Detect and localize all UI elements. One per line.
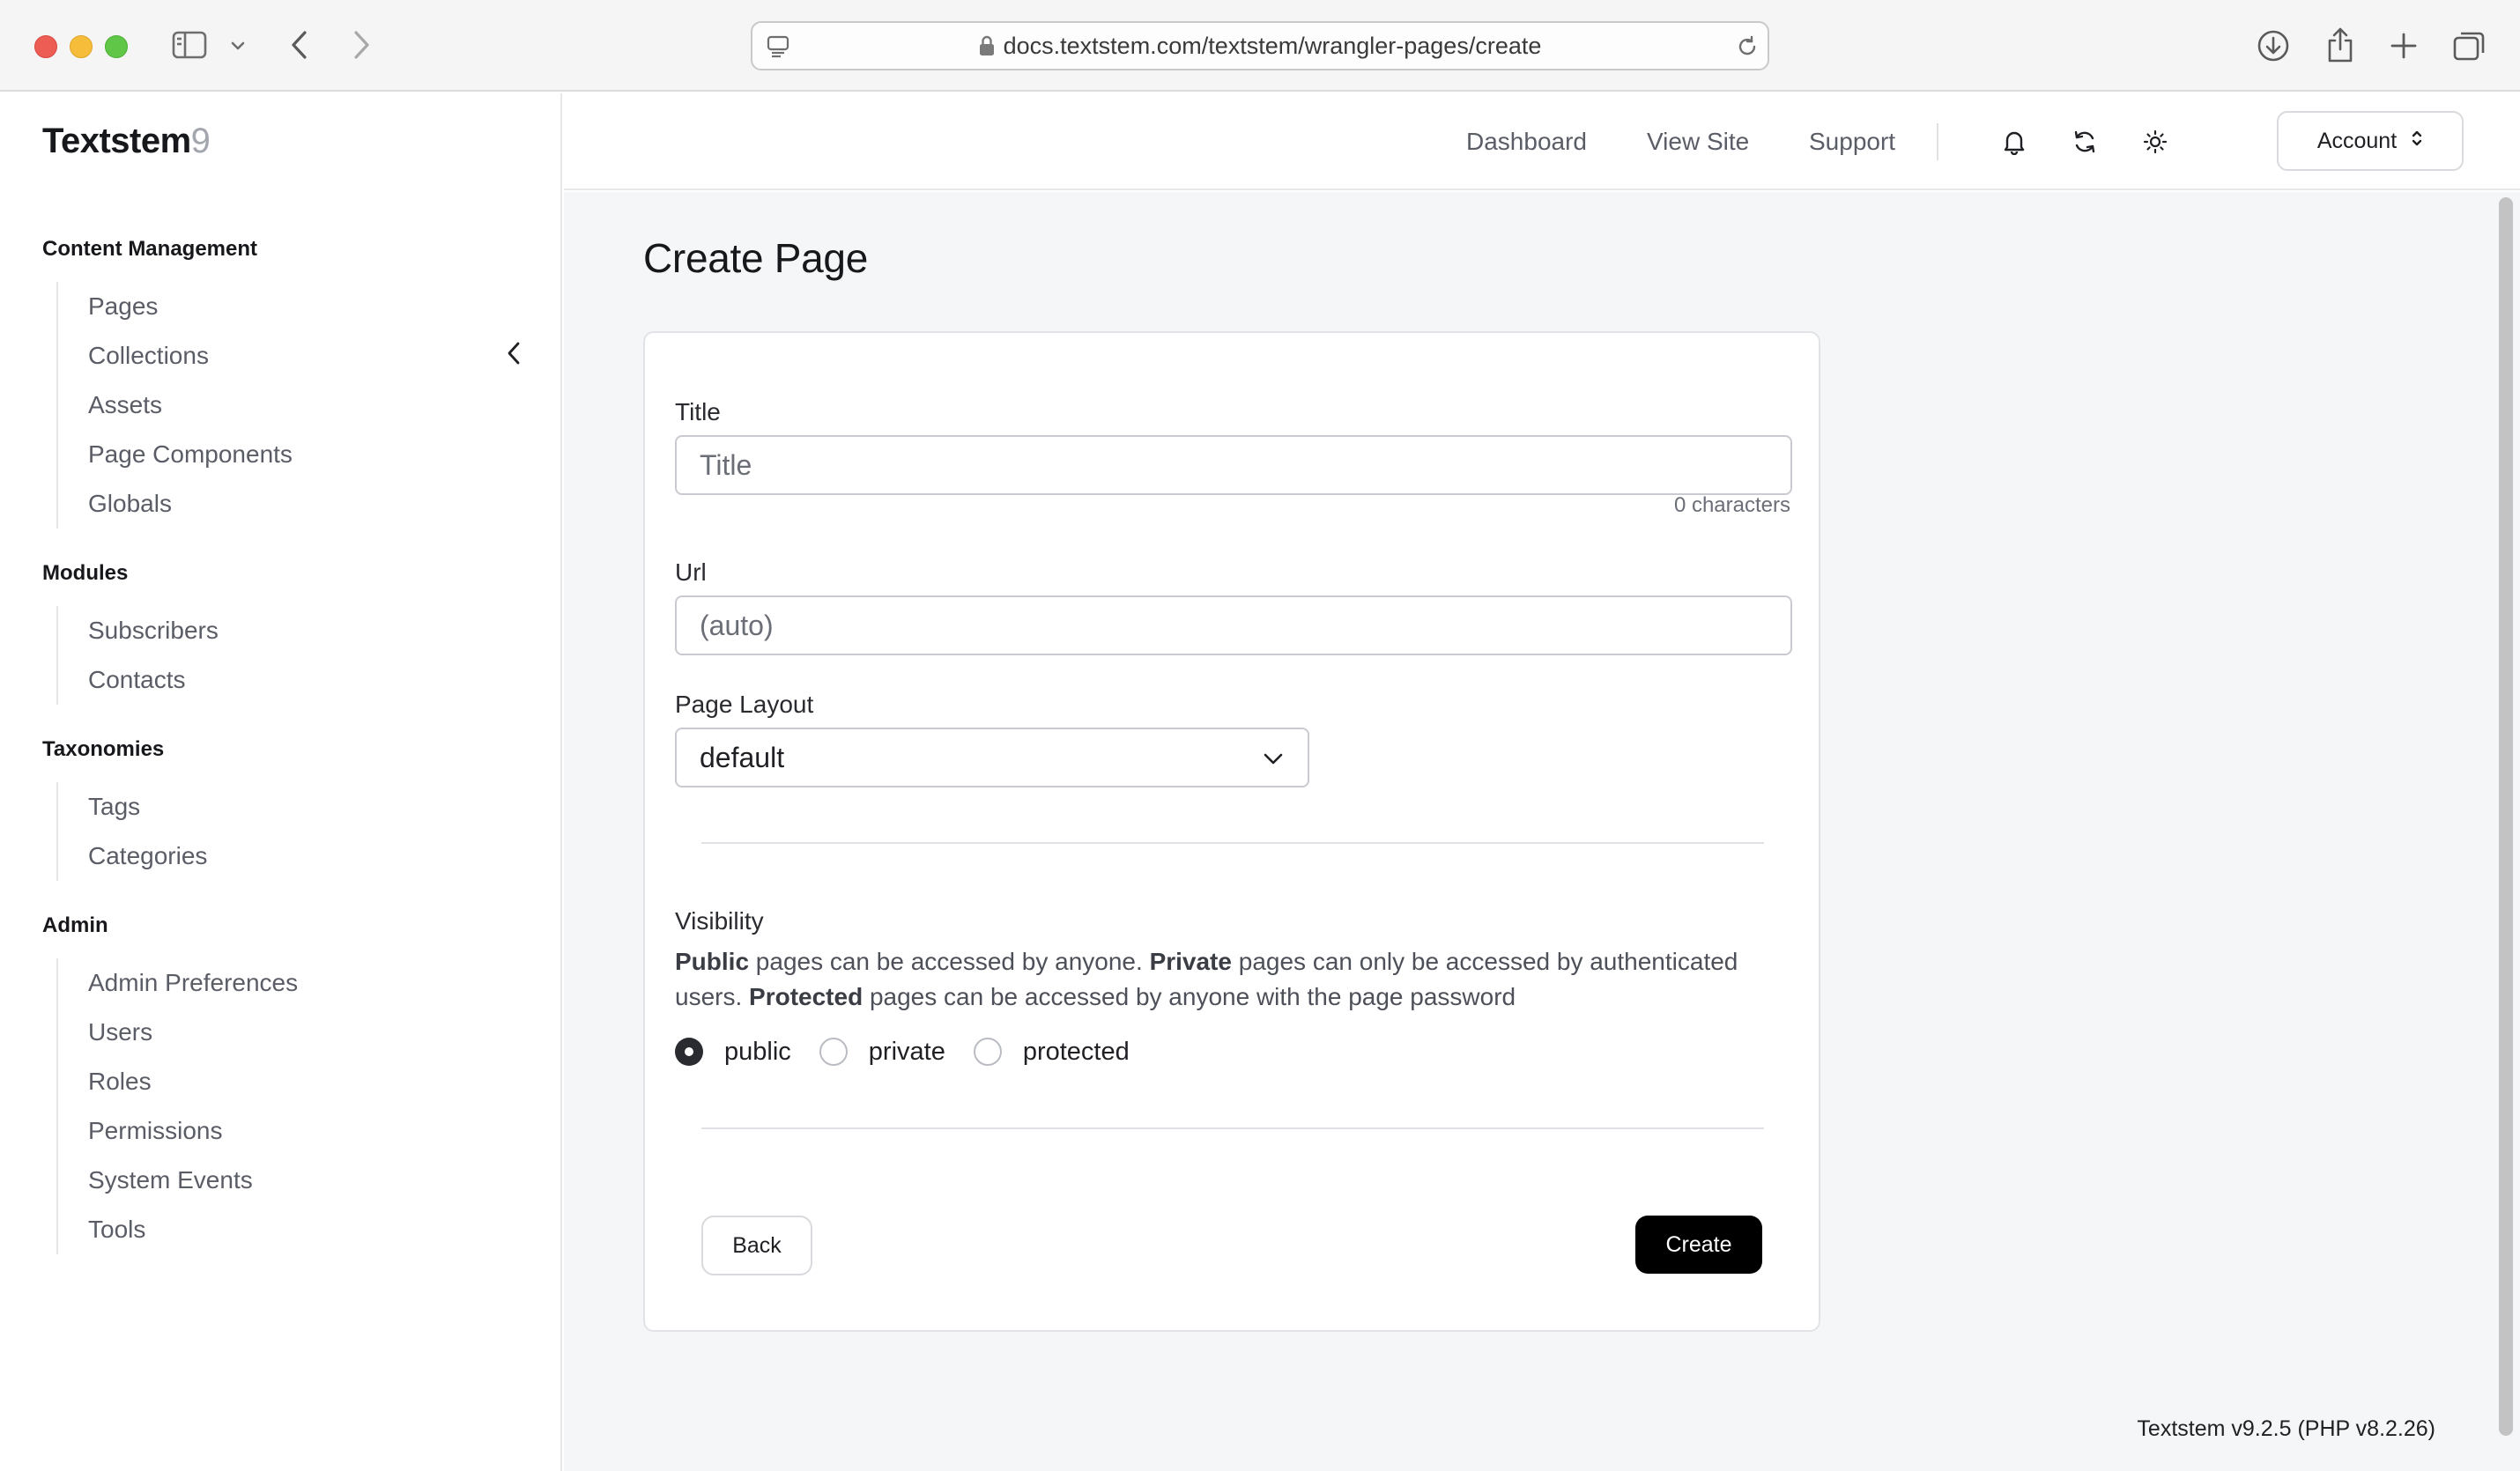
nav-group-taxonomies: Taxonomies Tags Categories [42, 735, 207, 881]
section-divider [701, 1127, 1764, 1129]
sidebar-item-roles[interactable]: Roles [88, 1057, 298, 1106]
nav-heading: Taxonomies [42, 737, 165, 761]
url-label: Url [675, 558, 707, 586]
address-bar[interactable]: docs.textstem.com/textstem/wrangler-page… [751, 21, 1769, 70]
sidebar-item-system-events[interactable]: System Events [88, 1156, 298, 1205]
window-close-button[interactable] [34, 35, 57, 58]
top-bar: Dashboard View Site Support Account [564, 93, 2520, 190]
sidebar-item-users[interactable]: Users [88, 1008, 298, 1057]
nav-heading: Admin [42, 913, 108, 937]
visibility-radio-group: public private protected [675, 1034, 1158, 1069]
radio-public[interactable] [675, 1038, 703, 1066]
nav-group-content-management: Content Management Pages Collections Ass… [42, 234, 293, 529]
topbar-divider [1937, 123, 1938, 160]
sidebar-item-admin-preferences[interactable]: Admin Preferences [88, 958, 298, 1008]
share-icon[interactable] [2321, 25, 2360, 65]
visibility-label: Visibility [675, 907, 764, 935]
sidebar-toggle-icon[interactable] [171, 30, 208, 60]
section-divider [701, 842, 1764, 844]
sidebar-item-collections[interactable]: Collections [88, 331, 293, 381]
create-button[interactable]: Create [1635, 1216, 1762, 1274]
sidebar-item-globals[interactable]: Globals [88, 479, 293, 529]
sidebar-item-tools[interactable]: Tools [88, 1205, 298, 1254]
download-icon[interactable] [2254, 26, 2293, 65]
brand-version: 9 [190, 122, 211, 160]
new-tab-plus-icon[interactable] [2384, 26, 2423, 65]
page-layout-label: Page Layout [675, 691, 814, 718]
sidebar-item-categories[interactable]: Categories [88, 832, 207, 881]
nav-group-admin: Admin Admin Preferences Users Roles Perm… [42, 911, 298, 1254]
sun-icon[interactable] [2138, 124, 2173, 159]
visibility-description: Public pages can be accessed by anyone. … [675, 948, 1738, 1010]
chevron-down-icon [1262, 747, 1285, 770]
version-footer: Textstem v9.2.5 (PHP v8.2.26) [2137, 1416, 2435, 1441]
account-label: Account [2316, 128, 2398, 153]
title-input[interactable] [675, 435, 1792, 495]
lock-icon [979, 35, 995, 56]
chevron-up-down-icon [2411, 128, 2423, 155]
sidebar-item-pages[interactable]: Pages [88, 282, 293, 331]
create-page-form: Title 0 characters Url Page Layout defau… [643, 331, 1820, 1332]
refresh-icon[interactable] [2067, 124, 2102, 159]
brand-logo[interactable]: Textstem9 [42, 122, 211, 161]
sidebar-item-tags[interactable]: Tags [88, 782, 207, 832]
url-text[interactable]: docs.textstem.com/textstem/wrangler-page… [1004, 33, 1542, 60]
page-title: Create Page [643, 235, 868, 281]
radio-label-public: public [724, 1037, 791, 1066]
page-layout-value: default [700, 741, 785, 773]
forward-arrow-icon[interactable] [345, 26, 377, 63]
window-minimize-button[interactable] [70, 35, 93, 58]
back-button[interactable]: Back [701, 1216, 812, 1275]
page-layout-select[interactable]: default [675, 728, 1309, 787]
sidebar-item-contacts[interactable]: Contacts [88, 655, 219, 705]
nav-link-support[interactable]: Support [1809, 93, 1895, 190]
title-char-count: 0 characters [1673, 493, 1790, 517]
window-zoom-button[interactable] [105, 35, 128, 58]
back-arrow-icon[interactable] [284, 26, 315, 63]
radio-private[interactable] [819, 1038, 848, 1066]
sidebar-item-page-components[interactable]: Page Components [88, 430, 293, 479]
radio-label-protected: protected [1022, 1037, 1130, 1066]
nav-heading: Modules [42, 561, 129, 585]
sidebar-item-assets[interactable]: Assets [88, 381, 293, 430]
visibility-option-private[interactable]: private [819, 1038, 945, 1067]
visibility-option-public[interactable]: public [675, 1038, 791, 1067]
bell-icon[interactable] [1997, 124, 2032, 159]
chevron-left-icon [507, 341, 521, 370]
radio-protected[interactable] [973, 1038, 1002, 1066]
nav-group-modules: Modules Subscribers Contacts [42, 558, 219, 705]
brand-name: Textstem [42, 122, 191, 160]
nav-link-dashboard[interactable]: Dashboard [1466, 93, 1587, 190]
browser-toolbar: docs.textstem.com/textstem/wrangler-page… [0, 0, 2520, 92]
nav-link-view-site[interactable]: View Site [1647, 93, 1749, 190]
sidebar-item-permissions[interactable]: Permissions [88, 1106, 298, 1156]
account-menu-button[interactable]: Account [2277, 111, 2464, 171]
radio-label-private: private [868, 1037, 945, 1066]
visibility-option-protected[interactable]: protected [973, 1037, 1130, 1067]
collapse-sidebar-button[interactable] [499, 340, 529, 370]
sidebar: Textstem9 Content Management Pages Colle… [0, 93, 562, 1471]
url-input[interactable] [675, 595, 1792, 655]
title-label: Title [675, 398, 721, 425]
nav-heading: Content Management [42, 237, 258, 261]
tab-overview-icon[interactable] [2450, 26, 2488, 65]
sidebar-item-subscribers[interactable]: Subscribers [88, 606, 219, 655]
scrollbar-thumb[interactable] [2499, 197, 2513, 1436]
chevron-down-icon[interactable] [227, 35, 248, 56]
reload-icon[interactable] [1734, 33, 1760, 60]
